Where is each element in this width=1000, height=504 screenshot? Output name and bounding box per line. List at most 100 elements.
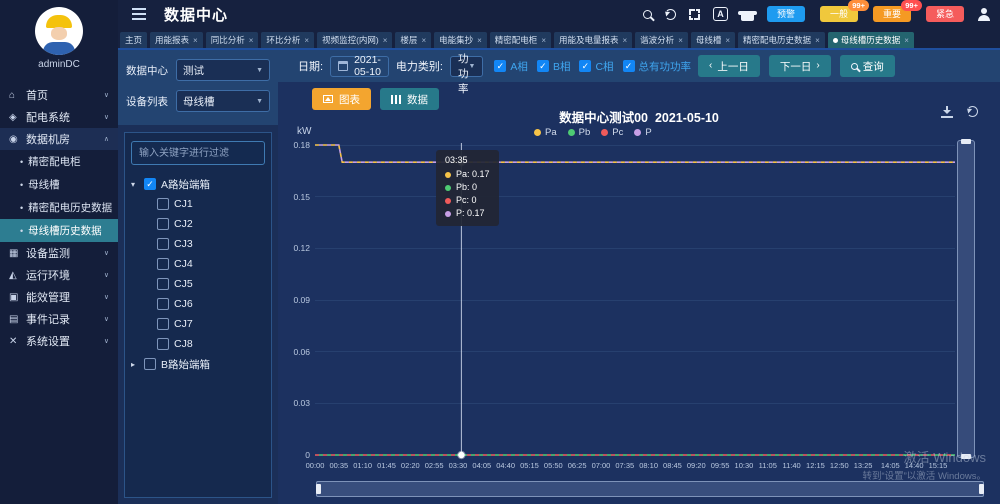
sidebar-item-1[interactable]: ◈配电系统∨	[0, 106, 118, 128]
tab-2[interactable]: 同比分析×	[206, 32, 259, 48]
alert-button-2[interactable]: 重要99+	[873, 6, 911, 22]
tree-child-0-7[interactable]: CJ8	[131, 334, 265, 354]
x-tick-label: 11:05	[759, 461, 777, 470]
tab-close-icon[interactable]: ×	[477, 36, 482, 45]
fullscreen-icon[interactable]	[689, 9, 700, 20]
download-icon[interactable]	[941, 106, 953, 118]
sidebar-item-6[interactable]: ▤事件记录∨	[0, 308, 118, 330]
alert-button-1[interactable]: 一般99+	[820, 6, 858, 22]
tab-10[interactable]: 母线槽×	[691, 32, 735, 48]
tree-node-0[interactable]: ▾✓A路始端箱	[131, 174, 265, 194]
tree-checkbox[interactable]	[157, 338, 169, 350]
tree-node-1[interactable]: ▸B路始端箱	[131, 354, 265, 374]
tab-close-icon[interactable]: ×	[304, 36, 309, 45]
tree-collapse-icon[interactable]: ▾	[131, 180, 139, 189]
sidebar-item-4[interactable]: ◭运行环境∨	[0, 264, 118, 286]
tree-checkbox[interactable]	[157, 318, 169, 330]
tab-close-icon[interactable]: ×	[383, 36, 388, 45]
phase-checkbox-3[interactable]: ✓总有功功率	[623, 59, 692, 74]
sidebar-item-0[interactable]: ⌂首页∨	[0, 84, 118, 106]
tab-8[interactable]: 用能及电量报表×	[554, 32, 632, 48]
legend-item-P[interactable]: P	[634, 127, 651, 138]
zoom-handle-top[interactable]	[961, 139, 971, 144]
avatar[interactable]	[35, 7, 83, 55]
sidebar-subitem-2-0[interactable]: •精密配电柜	[0, 150, 118, 173]
tab-4[interactable]: 视频监控(内网)×	[317, 32, 392, 48]
sidebar-item-2[interactable]: ◉数据机房∧	[0, 128, 118, 150]
tab-5[interactable]: 楼层×	[395, 32, 431, 48]
datacenter-select[interactable]: 测试 ▼	[176, 59, 270, 81]
tree-child-0-3[interactable]: CJ4	[131, 254, 265, 274]
hamburger-menu-icon[interactable]	[132, 13, 146, 15]
chevron-down-icon: ▼	[256, 67, 263, 74]
sidebar-subitem-2-3[interactable]: •母线槽历史数据	[0, 219, 118, 242]
phase-checkbox-1[interactable]: ✓B相	[537, 59, 571, 74]
tab-close-icon[interactable]: ×	[725, 36, 730, 45]
legend-item-Pb[interactable]: Pb	[568, 127, 591, 138]
tab-9[interactable]: 谐波分析×	[635, 32, 688, 48]
zoom-handle-bottom[interactable]	[961, 454, 971, 459]
tree-child-0-0[interactable]: CJ1	[131, 194, 265, 214]
prev-day-button[interactable]: ‹上一日	[698, 55, 760, 77]
tab-close-icon[interactable]: ×	[678, 36, 683, 45]
device-list-select[interactable]: 母线槽 ▼	[176, 90, 270, 112]
tree-checkbox[interactable]	[157, 298, 169, 310]
tab-label: 精密配电柜	[495, 34, 538, 46]
next-day-button[interactable]: 下一日›	[769, 55, 831, 77]
tree-checkbox[interactable]	[157, 278, 169, 290]
tab-close-icon[interactable]: ×	[193, 36, 198, 45]
tree-filter-input[interactable]	[131, 141, 265, 165]
tree-checkbox[interactable]	[157, 258, 169, 270]
user-icon[interactable]	[977, 8, 990, 21]
tab-close-icon[interactable]: ×	[904, 36, 909, 45]
tree-expand-icon[interactable]: ▸	[131, 360, 139, 369]
tab-6[interactable]: 电能集抄×	[434, 32, 487, 48]
tree-child-0-6[interactable]: CJ7	[131, 314, 265, 334]
zoom-handle-left[interactable]	[316, 484, 321, 494]
power-type-select[interactable]: 有功功率 ▼	[450, 56, 483, 77]
refresh-icon[interactable]	[665, 9, 676, 20]
zoom-handle-right[interactable]	[979, 484, 984, 494]
alert-button-3[interactable]: 紧急	[926, 6, 964, 22]
sidebar-item-5[interactable]: ▣能效管理∨	[0, 286, 118, 308]
tab-1[interactable]: 用能报表×	[150, 32, 203, 48]
vertical-zoom-slider[interactable]	[957, 140, 975, 458]
sidebar-subitem-2-1[interactable]: •母线槽	[0, 173, 118, 196]
legend-item-Pc[interactable]: Pc	[601, 127, 623, 138]
horizontal-zoom-slider[interactable]	[316, 481, 984, 497]
sidebar-subitem-2-2[interactable]: •精密配电历史数据	[0, 196, 118, 219]
query-button[interactable]: 查询	[840, 55, 895, 77]
language-icon[interactable]: A	[713, 7, 728, 21]
sidebar-item-7[interactable]: ✕系统设置∨	[0, 330, 118, 352]
tree-child-0-4[interactable]: CJ5	[131, 274, 265, 294]
tab-7[interactable]: 精密配电柜×	[490, 32, 551, 48]
tab-0[interactable]: 主页	[120, 32, 147, 48]
tree-checkbox[interactable]	[157, 238, 169, 250]
theme-icon[interactable]	[741, 8, 754, 21]
chart-plot-area[interactable]	[315, 143, 955, 457]
tree-child-0-2[interactable]: CJ3	[131, 234, 265, 254]
legend-item-Pa[interactable]: Pa	[534, 127, 557, 138]
tree-checkbox[interactable]: ✓	[144, 178, 156, 190]
tab-close-icon[interactable]: ×	[815, 36, 820, 45]
bar-chart-icon	[391, 95, 393, 104]
tab-12[interactable]: 母线槽历史数据×	[828, 32, 914, 48]
search-icon[interactable]	[643, 10, 652, 19]
tab-close-icon[interactable]: ×	[541, 36, 546, 45]
tree-checkbox[interactable]	[157, 198, 169, 210]
phase-checkbox-0[interactable]: ✓A相	[494, 59, 528, 74]
tab-close-icon[interactable]: ×	[421, 36, 426, 45]
phase-checkbox-2[interactable]: ✓C相	[579, 59, 613, 74]
tab-close-icon[interactable]: ×	[623, 36, 628, 45]
tree-child-0-1[interactable]: CJ2	[131, 214, 265, 234]
tree-checkbox[interactable]	[144, 358, 156, 370]
chart-refresh-icon[interactable]	[967, 106, 978, 117]
tree-child-0-5[interactable]: CJ6	[131, 294, 265, 314]
tree-checkbox[interactable]	[157, 218, 169, 230]
date-picker[interactable]: 2021-05-10	[330, 56, 389, 77]
tab-11[interactable]: 精密配电历史数据×	[738, 32, 825, 48]
tab-3[interactable]: 环比分析×	[261, 32, 314, 48]
tab-close-icon[interactable]: ×	[249, 36, 254, 45]
sidebar-item-3[interactable]: ▦设备监测∨	[0, 242, 118, 264]
alert-button-0[interactable]: 预警	[767, 6, 805, 22]
